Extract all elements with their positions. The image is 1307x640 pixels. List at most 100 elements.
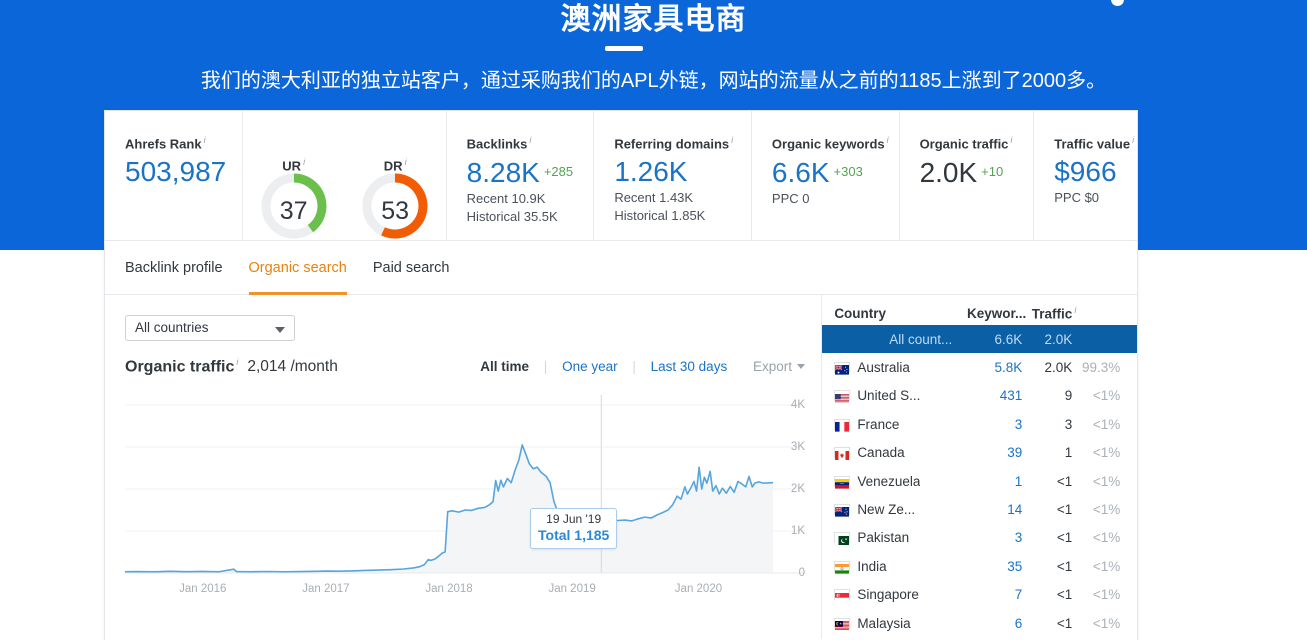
metric-value[interactable]: 1.26K [614,155,751,189]
organic-traffic-chart[interactable]: 0 1K 2K 3K 4K Jan 2016 Jan 2017 Jan 2018 Jan 20… [124,395,805,605]
info-icon[interactable]: i [529,135,531,145]
flag-icon-fr [834,418,851,432]
country-filter-value: All countries [135,320,209,335]
cell-keywords[interactable]: 3 [960,417,1023,432]
metric-delta: +285 [543,164,574,180]
table-row-selected[interactable]: All count... 6.6K 2.0K [822,325,1137,354]
info-icon[interactable]: i [236,357,238,367]
table-row[interactable]: United S... 431 9 <1% [822,382,1137,410]
tab-paid-search[interactable]: Paid search [373,241,450,295]
metric-value[interactable]: $966 [1054,155,1137,189]
flag-icon-ve [834,475,851,489]
divider: | [543,359,548,374]
country-name: France [857,416,900,432]
flag-icon-au [834,362,851,376]
table-row[interactable]: Malaysia 6 <1 <1% [822,609,1137,637]
metric-organic-traffic: Organic traffic i 2.0K +10 [900,111,1035,241]
country-name: India [857,558,887,574]
cell-country: Venezuela [822,474,960,489]
country-name: United S... [857,388,921,404]
page-root: 澳洲家具电商 我们的澳大利亚的独立站客户，通过采购我们的APL外链，网站的流量从… [0,0,1307,640]
section-tabs: Backlink profile Organic search Paid sea… [105,241,1137,295]
tab-backlink-profile[interactable]: Backlink profile [125,241,223,295]
table-row[interactable]: Canada 39 1 <1% [822,439,1137,467]
metric-label: Ahrefs Rank i [125,135,206,152]
content-area: All countries Organic traffic i 2,014 /mo… [105,295,1137,639]
flag-icon-us [834,390,851,404]
metric-value[interactable]: 2.0K +10 [920,155,1034,190]
cell-country: United S... [822,388,960,404]
cell-share: 99.3% [1082,360,1121,376]
info-icon[interactable]: i [887,135,889,145]
range-one-year[interactable]: One year [562,359,618,374]
cell-country: Pakistan [822,530,960,546]
metric-label: Backlinks i [466,135,532,152]
table-row[interactable]: France 3 3 <1% [822,410,1137,438]
metric-value[interactable]: 6.6K +303 [772,155,899,190]
cell-traffic: 1 [1064,445,1073,461]
metric-ppc: PPC $0 [1054,190,1100,206]
flag-icon-sg [834,589,851,603]
cell-keywords[interactable]: 35 [960,559,1022,574]
info-icon[interactable]: i [405,157,407,167]
cell-keywords[interactable]: 3 [960,530,1023,545]
hero-divider [605,46,643,51]
cell-keywords[interactable]: 6 [960,616,1023,631]
info-icon[interactable]: i [1074,305,1076,315]
cell-traffic: 2.0K [1044,360,1073,376]
flag-icon-in [834,560,851,574]
metric-recent: Recent 10.9K [466,191,546,207]
cell-keywords[interactable]: 14 [960,502,1022,517]
chart-x-tick: Jan 2016 [179,583,227,595]
metric-value[interactable]: 8.28K +285 [467,155,594,190]
country-table-body: All count... 6.6K 2.0K Australia 5.8K 2.0K 99.… [822,325,1137,637]
chart-value: 2,014 /month [247,358,338,375]
cell-keywords[interactable]: 39 [960,445,1022,460]
country-name: Canada [857,445,905,461]
country-name: Singapore [857,587,919,603]
export-button[interactable]: Export [753,359,805,374]
info-icon[interactable]: i [1010,135,1012,145]
metric-label: Traffic value i [1054,135,1135,152]
header-traffic: Traffic i [1031,304,1077,322]
cell-country: New Ze... [822,502,960,518]
table-row[interactable]: Venezuela 1 <1 <1% [822,467,1137,495]
tab-organic-search[interactable]: Organic search [248,241,348,295]
metric-traffic-value: Traffic value i $966 PPC $0 [1034,111,1137,241]
range-all-time[interactable]: All time [480,359,529,374]
country-name: New Ze... [857,502,916,518]
divider: | [632,359,636,374]
table-row[interactable]: Pakistan 3 <1 <1% [822,524,1137,552]
cell-share: <1% [1092,416,1121,432]
cell-keywords[interactable]: 1 [960,474,1023,489]
info-icon[interactable]: i [303,157,305,167]
cell-traffic: <1 [1056,473,1073,489]
chart-x-tick: Jan 2018 [425,583,473,595]
metric-referring-domains: Referring domains i 1.26K Recent 1.43K Hi… [594,111,752,241]
flag-icon-ca [834,447,851,461]
info-icon[interactable]: i [731,135,733,145]
info-icon[interactable]: i [1132,135,1134,145]
metrics-strip: Ahrefs Rank i 503,987 UR i 37 DR i 53 Ba… [105,111,1137,241]
table-row[interactable]: Australia 5.8K 2.0K 99.3% [822,353,1137,381]
chart-x-tick: Jan 2017 [302,583,350,595]
cell-share: <1% [1092,445,1121,461]
cell-share: <1% [1092,473,1121,489]
cell-share: <1% [1092,388,1121,404]
cell-keywords[interactable]: 7 [960,587,1023,602]
tooltip-date: 19 Jun '19 [546,512,602,526]
cell-keywords[interactable]: 6.6K [960,332,1023,347]
table-row[interactable]: Singapore 7 <1 <1% [822,581,1137,609]
info-icon[interactable]: i [204,135,206,145]
cell-traffic: <1 [1056,530,1073,546]
cell-keywords[interactable]: 431 [960,388,1023,403]
country-filter-select[interactable]: All countries [125,315,295,341]
cell-keywords[interactable]: 5.8K [960,360,1023,375]
cell-country: Singapore [822,587,960,603]
hero-subtitle: 我们的澳大利亚的独立站客户，通过采购我们的APL外链，网站的流量从之前的1185… [200,70,1107,92]
table-row[interactable]: India 35 <1 <1% [822,552,1137,580]
range-last-30-days[interactable]: Last 30 days [651,359,728,374]
country-table-header: Country Keywor... Traffic i [822,295,1137,325]
table-row[interactable]: New Ze... 14 <1 <1% [822,495,1137,523]
cell-traffic: <1 [1056,502,1073,518]
